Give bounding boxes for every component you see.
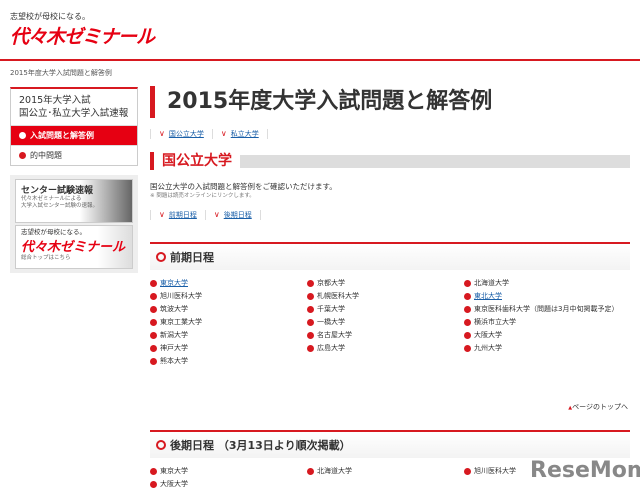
tab-private[interactable]: ∨ 私立大学: [211, 129, 268, 139]
page-top-link[interactable]: ▲ページのトップへ: [568, 402, 628, 412]
arrow-bullet-icon: [150, 332, 157, 339]
university-link[interactable]: 旭川医科大学: [150, 292, 307, 301]
university-link[interactable]: 熊本大学: [150, 357, 307, 366]
university-link[interactable]: 千葉大学: [307, 305, 464, 314]
arrow-bullet-icon: [464, 306, 471, 313]
page-title: 2015年度大学入試問題と解答例: [150, 86, 492, 118]
arrow-bullet-icon: [150, 481, 157, 488]
bullet-icon: [19, 132, 26, 139]
breadcrumb: 2015年度大学入試問題と解答例: [10, 69, 112, 77]
chevron-down-icon: ∨: [159, 129, 165, 138]
banner-area: センター試験速報 代々木ゼミナールによる 大学入試センター試験の速報。 志望校が…: [10, 175, 138, 273]
arrow-bullet-icon: [464, 345, 471, 352]
university-link[interactable]: 一橋大学: [307, 318, 464, 327]
tab-national[interactable]: ∨ 国公立大学: [150, 129, 213, 139]
university-link[interactable]: 京都大学: [307, 279, 464, 288]
sidebar-item-exam-answers[interactable]: 入試問題と解答例: [11, 125, 137, 145]
section-heading: 国公立大学: [150, 152, 630, 170]
arrow-bullet-icon: [464, 280, 471, 287]
university-link[interactable]: 新潟大学: [150, 331, 307, 340]
category-tabs: ∨ 国公立大学 ∨ 私立大学: [150, 129, 268, 139]
chevron-down-icon: ∨: [220, 129, 227, 138]
arrow-bullet-icon: [150, 293, 157, 300]
sidebar-item-hit-questions[interactable]: 的中問題: [11, 145, 137, 165]
yozemi-top-banner[interactable]: 志望校が母校になる。 代々木ゼミナール 総合トップはこちら: [15, 225, 133, 269]
tab-zenki[interactable]: ∨ 前期日程: [150, 210, 206, 220]
university-link[interactable]: 東京大学: [150, 467, 307, 476]
sidebar: 2015年大学入試 国公立･私立大学入試速報 入試問題と解答例 的中問題: [10, 87, 138, 166]
university-link[interactable]: 東京工業大学: [150, 318, 307, 327]
arrow-bullet-icon: [150, 345, 157, 352]
arrow-bullet-icon: [150, 306, 157, 313]
university-link[interactable]: 九州大学: [464, 344, 620, 353]
university-link[interactable]: 東北大学: [464, 292, 620, 301]
tab-kouki[interactable]: ∨ 後期日程: [204, 210, 261, 220]
university-link[interactable]: 神戸大学: [150, 344, 307, 353]
watermark: ReseMom: [530, 458, 640, 483]
bullet-icon: [19, 152, 26, 159]
university-link[interactable]: 筑波大学: [150, 305, 307, 314]
arrow-bullet-icon: [150, 468, 157, 475]
logo[interactable]: 代々木ゼミナール: [10, 22, 155, 49]
university-link[interactable]: 札幌医科大学: [307, 292, 464, 301]
arrow-bullet-icon: [150, 319, 157, 326]
kouki-heading: 後期日程 （3月13日より順次掲載）: [150, 430, 630, 458]
university-link[interactable]: 名古屋大学: [307, 331, 464, 340]
arrow-bullet-icon: [464, 332, 471, 339]
arrow-bullet-icon: [307, 468, 314, 475]
arrow-bullet-icon: [307, 306, 314, 313]
university-link[interactable]: 横浜市立大学: [464, 318, 620, 327]
university-link[interactable]: 北海道大学: [307, 467, 464, 476]
university-link[interactable]: 東京大学: [150, 279, 307, 288]
tagline: 志望校が母校になる。: [10, 12, 90, 21]
university-link[interactable]: 大阪大学: [464, 331, 620, 340]
arrow-bullet-icon: [150, 358, 157, 365]
university-link[interactable]: 北海道大学: [464, 279, 620, 288]
university-link[interactable]: 東京医科歯科大学（問題は3月中旬掲載予定）: [464, 305, 620, 314]
arrow-bullet-icon: [150, 280, 157, 287]
arrow-bullet-icon: [307, 293, 314, 300]
chevron-down-icon: ∨: [159, 210, 165, 219]
circle-icon: [156, 440, 166, 450]
arrow-bullet-icon: [464, 319, 471, 326]
note-text: ※ 問題は読売オンラインにリンクします。: [150, 193, 255, 199]
arrow-bullet-icon: [464, 293, 471, 300]
university-link[interactable]: 大阪大学: [150, 480, 307, 489]
center-exam-banner[interactable]: センター試験速報 代々木ゼミナールによる 大学入試センター試験の速報。: [15, 179, 133, 223]
sidebar-title: 2015年大学入試 国公立･私立大学入試速報: [19, 95, 129, 119]
zenki-heading: 前期日程: [150, 242, 630, 270]
arrow-bullet-icon: [464, 468, 471, 475]
chevron-down-icon: ∨: [213, 210, 220, 219]
arrow-bullet-icon: [307, 280, 314, 287]
circle-icon: [156, 252, 166, 262]
schedule-tabs: ∨ 前期日程 ∨ 後期日程: [150, 210, 261, 220]
university-link[interactable]: 広島大学: [307, 344, 464, 353]
arrow-bullet-icon: [307, 345, 314, 352]
arrow-bullet-icon: [307, 319, 314, 326]
zenki-list: 東京大学 京都大学 北海道大学旭川医科大学 札幌医科大学 東北大学筑波大学 千葉大学 東京医…: [150, 279, 620, 366]
arrow-bullet-icon: [307, 332, 314, 339]
header-divider: [0, 59, 640, 61]
